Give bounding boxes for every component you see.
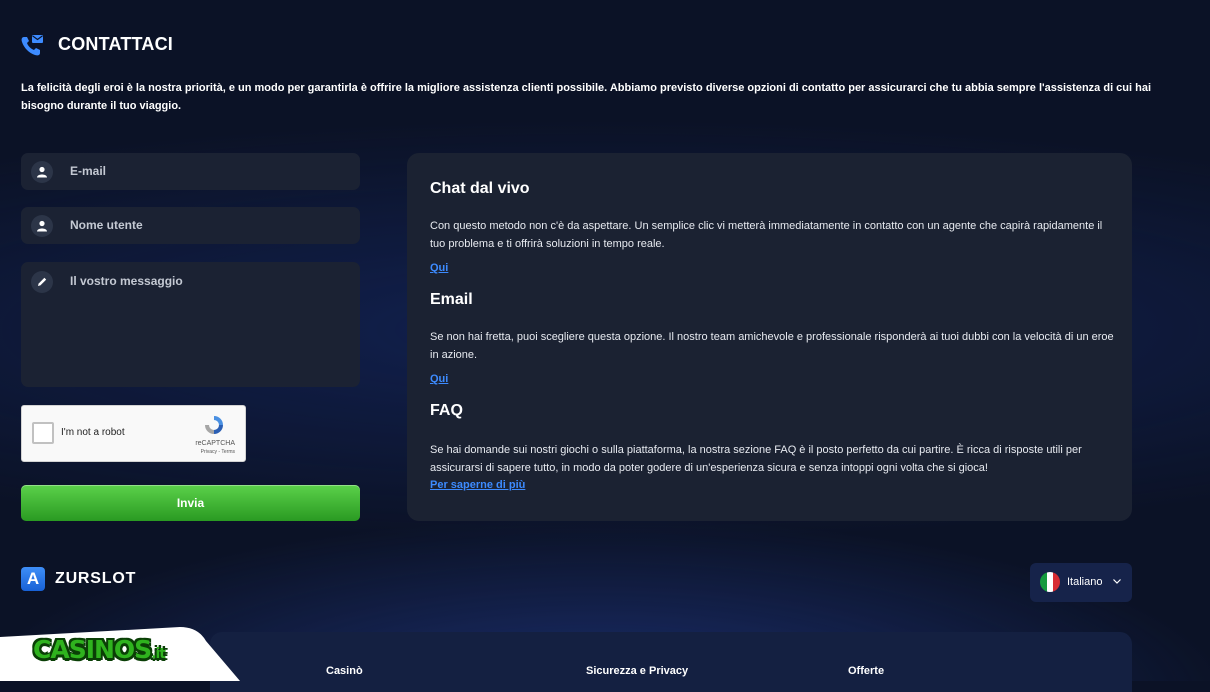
brand-logo[interactable]: A (21, 567, 45, 591)
username-field[interactable]: Nome utente (21, 207, 360, 244)
casinos-logo-tld: .it (151, 646, 166, 662)
casinos-watermark: CASINOS.it (0, 627, 240, 681)
language-label: Italiano (1067, 576, 1103, 588)
username-placeholder: Nome utente (70, 218, 143, 232)
pencil-icon (31, 271, 53, 293)
recaptcha-widget: I'm not a robot reCAPTCHA Privacy - Term… (21, 405, 246, 462)
chat-link[interactable]: Qui (430, 262, 448, 274)
message-placeholder: Il vostro messaggio (70, 274, 183, 288)
captcha-checkbox[interactable] (32, 422, 54, 444)
chevron-down-icon (1113, 579, 1121, 584)
option-description-email: Se non hai fretta, puoi scegliere questa… (430, 331, 1114, 361)
captcha-brand: reCAPTCHA (195, 440, 235, 447)
captcha-links[interactable]: Privacy - Terms (201, 449, 235, 455)
casinos-logo: CASINOS.it (33, 635, 166, 664)
email-link[interactable]: Qui (430, 373, 448, 385)
captcha-label: I'm not a robot (61, 427, 125, 438)
user-icon (31, 215, 53, 237)
page-title: CONTATTACI (58, 34, 173, 54)
submit-button[interactable]: Invia (21, 485, 360, 521)
contact-options-panel: Chat dal vivo Con questo metodo non c'è … (407, 153, 1132, 521)
italy-flag-icon (1040, 572, 1060, 592)
message-field[interactable]: Il vostro messaggio (21, 262, 360, 387)
email-field[interactable]: E-mail (21, 153, 360, 190)
option-title-faq: FAQ (430, 402, 463, 419)
phone-mail-icon (21, 35, 43, 56)
option-title-email: Email (430, 291, 473, 308)
footer-col-casino[interactable]: Casinò (326, 665, 363, 677)
casinos-logo-name: CASINOS (33, 635, 152, 664)
recaptcha-logo-icon (205, 416, 223, 434)
language-selector[interactable]: Italiano (1030, 563, 1132, 602)
footer-col-offers[interactable]: Offerte (848, 665, 884, 677)
footer-col-security[interactable]: Sicurezza e Privacy (586, 665, 688, 677)
option-title-chat: Chat dal vivo (430, 180, 530, 197)
user-icon (31, 161, 53, 183)
faq-link[interactable]: Per saperne di più (430, 479, 525, 491)
intro-text: La felicità degli eroi è la nostra prior… (21, 82, 1152, 112)
option-description-faq: Se hai domande sui nostri giochi o sulla… (430, 444, 1082, 474)
option-description-chat: Con questo metodo non c'è da aspettare. … (430, 220, 1103, 250)
footer-links: Casinò Sicurezza e Privacy Offerte (210, 632, 1132, 692)
email-placeholder: E-mail (70, 164, 107, 178)
brand-name[interactable]: ZURSLOT (55, 570, 136, 588)
